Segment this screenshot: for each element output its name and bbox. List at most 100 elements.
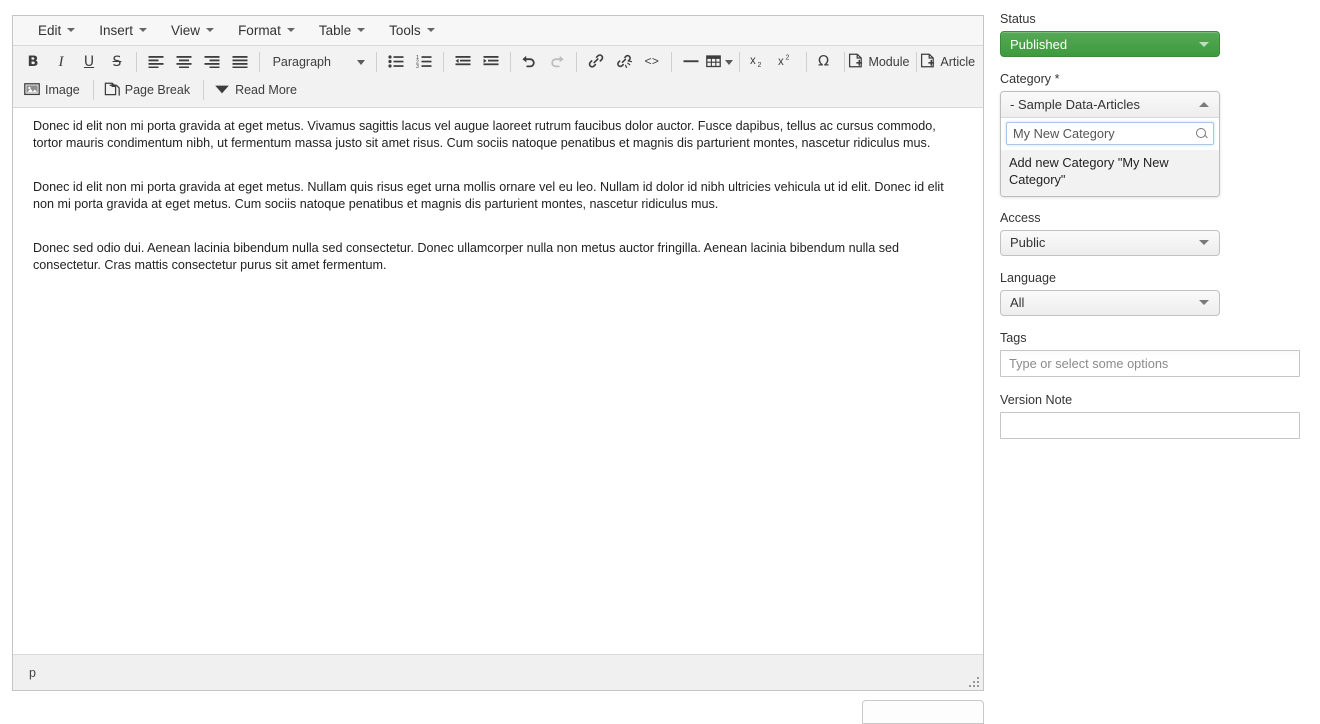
- access-value: Public: [1010, 235, 1046, 251]
- indent-icon[interactable]: [477, 49, 505, 75]
- block-format-select[interactable]: Paragraph: [265, 49, 371, 75]
- toolbar-separator: [258, 52, 260, 72]
- access-select[interactable]: Public: [1000, 229, 1220, 256]
- editor-menubar: Edit Insert View Format Table Tools: [13, 16, 983, 46]
- page-plus-icon: [920, 53, 935, 71]
- status-field: Status Published: [1000, 12, 1310, 57]
- menu-tools-label: Tools: [389, 22, 421, 38]
- read-more-icon: [214, 82, 230, 99]
- rich-text-editor: Edit Insert View Format Table Tools B I U S…: [12, 15, 984, 691]
- menu-view[interactable]: View: [160, 19, 225, 43]
- unlink-icon: [616, 54, 633, 71]
- undo-icon: [521, 54, 537, 71]
- resize-handle[interactable]: [967, 675, 979, 687]
- element-path[interactable]: p: [29, 666, 36, 680]
- status-label: Status: [1000, 12, 1036, 26]
- menu-table-label: Table: [318, 22, 352, 38]
- align-right-icon[interactable]: [198, 49, 226, 75]
- bottom-partial-control[interactable]: [862, 700, 984, 724]
- chevron-down-icon: [357, 28, 366, 32]
- tags-placeholder: Type or select some options: [1009, 355, 1169, 371]
- menu-insert[interactable]: Insert: [88, 19, 158, 43]
- link-icon[interactable]: [582, 49, 610, 75]
- svg-text:Ω: Ω: [818, 54, 829, 69]
- language-select[interactable]: All: [1000, 289, 1220, 316]
- toolbar-row-primary: B I U S Paragraph 1 2 3 <> x 2 x 2 Ω Module Article: [19, 48, 977, 76]
- align-center-icon: [176, 54, 192, 71]
- toolbar-separator: [203, 80, 205, 100]
- subscript-icon[interactable]: x2: [745, 49, 773, 75]
- svg-text:x: x: [750, 55, 756, 67]
- access-label: Access: [1000, 210, 1041, 225]
- search-icon: [1196, 127, 1208, 140]
- toolbar-separator: [136, 52, 137, 72]
- chevron-up-icon: [1199, 102, 1209, 107]
- svg-text:3: 3: [416, 64, 419, 68]
- align-left-icon[interactable]: [142, 49, 170, 75]
- category-selected-value[interactable]: - Sample Data-Articles: [1001, 92, 1219, 118]
- menu-format-label: Format: [238, 22, 281, 38]
- insert-article-button-label: Article: [940, 55, 976, 69]
- insert-module-button[interactable]: Module: [848, 49, 910, 75]
- subscript-icon: x2: [750, 53, 767, 71]
- menu-edit-label: Edit: [38, 22, 62, 38]
- underline-icon[interactable]: U: [75, 49, 103, 75]
- chevron-down-icon: [1199, 300, 1209, 306]
- version-note-field: Version Note: [1000, 393, 1310, 439]
- toolbar-separator: [738, 52, 740, 72]
- toolbar-separator: [375, 52, 377, 72]
- align-justify-icon: [232, 54, 248, 71]
- version-note-input[interactable]: [1000, 411, 1300, 439]
- toolbar-separator: [442, 52, 444, 72]
- source-code-icon[interactable]: <>: [638, 49, 666, 75]
- toolbar-row-secondary: Image Page Break Read More: [19, 76, 977, 104]
- undo-icon[interactable]: [515, 49, 543, 75]
- superscript-icon[interactable]: x2: [773, 49, 801, 75]
- toolbar-separator: [844, 52, 846, 72]
- insert-image-button[interactable]: Image: [19, 77, 88, 103]
- chevron-down-icon: [724, 59, 733, 65]
- toolbar-separator: [671, 52, 672, 72]
- bullet-list-icon[interactable]: [382, 49, 410, 75]
- outdent-icon[interactable]: [449, 49, 477, 75]
- toolbar-separator: [805, 52, 807, 72]
- special-character-icon[interactable]: Ω: [811, 49, 839, 75]
- table-icon[interactable]: [705, 49, 734, 75]
- category-selected-text: - Sample Data-Articles: [1010, 97, 1141, 112]
- insert-page-break-button[interactable]: Page Break: [99, 77, 198, 103]
- chevron-down-icon: [356, 59, 365, 65]
- chevron-down-icon: [206, 28, 215, 32]
- unlink-icon[interactable]: [610, 49, 638, 75]
- category-option-add-new[interactable]: Add new Category "My New Category": [1001, 150, 1219, 196]
- insert-module-button-label: Module: [868, 55, 910, 69]
- align-justify-icon[interactable]: [226, 49, 254, 75]
- image-icon: [24, 82, 40, 99]
- status-select[interactable]: Published: [1000, 31, 1220, 57]
- align-center-icon[interactable]: [170, 49, 198, 75]
- menu-edit[interactable]: Edit: [27, 19, 86, 43]
- outdent-icon: [455, 54, 471, 71]
- insert-article-button[interactable]: Article: [921, 49, 977, 75]
- strikethrough-icon[interactable]: S: [103, 49, 131, 75]
- numbered-list-icon[interactable]: 123: [410, 49, 438, 75]
- redo-icon[interactable]: [543, 49, 571, 75]
- language-label: Language: [1000, 270, 1057, 285]
- status-value: Published: [1010, 36, 1068, 52]
- category-search-input[interactable]: My New Category: [1006, 122, 1214, 145]
- editor-content[interactable]: Donec id elit non mi porta gravida at eg…: [13, 108, 983, 654]
- align-left-icon: [148, 54, 164, 71]
- bold-icon[interactable]: B: [19, 49, 47, 75]
- redo-icon: [549, 54, 565, 71]
- menu-format[interactable]: Format: [227, 19, 306, 43]
- I-icon: I: [58, 53, 64, 70]
- page-plus-icon: [848, 53, 863, 71]
- svg-text:2: 2: [786, 55, 790, 62]
- insert-read-more-button-label: Read More: [235, 83, 297, 97]
- chevron-down-icon: [67, 28, 76, 32]
- italic-icon[interactable]: I: [47, 49, 75, 75]
- horizontal-rule-icon[interactable]: [677, 49, 705, 75]
- tags-input[interactable]: Type or select some options: [1000, 349, 1300, 377]
- menu-table[interactable]: Table: [308, 19, 376, 43]
- menu-tools[interactable]: Tools: [378, 19, 446, 43]
- insert-read-more-button[interactable]: Read More: [209, 77, 305, 103]
